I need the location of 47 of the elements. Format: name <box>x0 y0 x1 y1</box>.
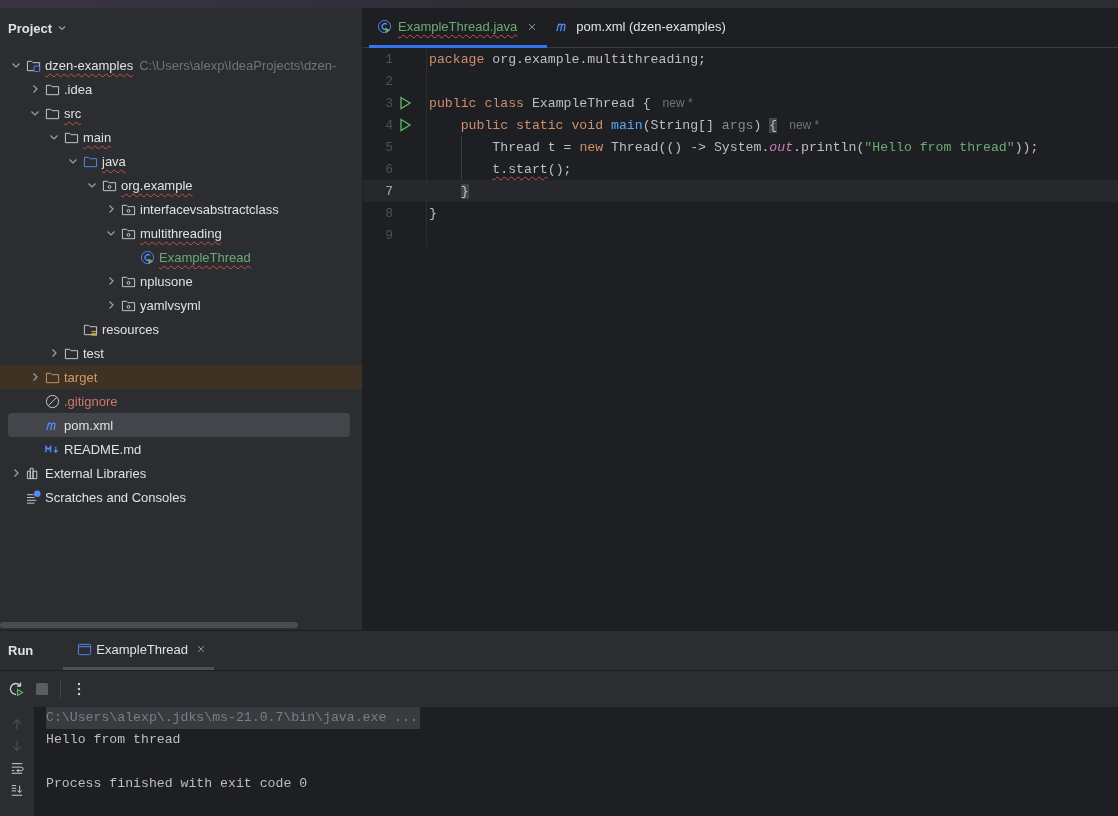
tree-item[interactable]: org.example <box>8 173 350 197</box>
tree-item[interactable]: interfacevsabstractclass <box>8 197 350 221</box>
run-icon[interactable] <box>398 96 412 110</box>
tree-item[interactable]: resources <box>8 317 350 341</box>
run-icon[interactable] <box>398 118 412 132</box>
tree-item[interactable]: .idea <box>8 77 350 101</box>
code-line: public static void main(String[] args) { <box>459 117 778 133</box>
tree-item[interactable]: dzen-examples C:\Users\alexp\IdeaProjects\dzen- <box>8 53 350 77</box>
code-line: } <box>429 205 437 221</box>
rerun-icon[interactable] <box>8 681 24 697</box>
ignored-icon <box>45 393 60 409</box>
tree-item[interactable]: test <box>8 341 350 365</box>
tree-item[interactable]: README.md <box>8 437 350 461</box>
scroll-to-end-icon[interactable] <box>10 783 24 797</box>
tree-item[interactable]: .gitignore <box>8 389 350 413</box>
tree-item[interactable]: ExampleThread <box>8 245 350 269</box>
editor-tab[interactable]: ExampleThread.java <box>369 8 548 48</box>
editor-tab[interactable]: pom.xml (dzen-examples) <box>547 8 736 48</box>
code-line: public class ExampleThread { <box>429 95 651 111</box>
close-icon[interactable] <box>196 644 207 654</box>
tree-item[interactable]: yamlvsyml <box>8 293 350 317</box>
class-icon <box>140 249 155 265</box>
panel-title: Run <box>8 643 34 658</box>
tree-item[interactable]: Scratches and Consoles <box>8 485 350 509</box>
console-line: Hello from thread <box>46 731 182 749</box>
scratches-icon <box>26 489 41 505</box>
scrollbar[interactable] <box>0 622 298 628</box>
tree-item[interactable]: pom.xml <box>8 413 350 437</box>
code-line: Thread t = new Thread(() -> System.out.println("Hello from thread")); <box>491 139 1039 155</box>
code-line: t.start(); <box>491 161 572 177</box>
tree-item[interactable]: External Libraries <box>8 461 350 485</box>
tree-item[interactable]: multithreading <box>8 221 350 245</box>
line-number: 7 <box>384 183 393 199</box>
tree-item[interactable]: nplusone <box>8 269 350 293</box>
console-icon <box>77 641 93 657</box>
tree-item[interactable]: java <box>8 149 350 173</box>
close-icon[interactable] <box>527 21 538 32</box>
class-icon <box>377 19 392 34</box>
console-line: Process finished with exit code 0 <box>46 775 309 793</box>
project-view-dropdown[interactable]: Project <box>8 20 69 36</box>
code-line: package org.example.multithreading; <box>429 51 706 67</box>
inlay-hint[interactable]: new * <box>662 96 693 110</box>
run-tab[interactable]: ExampleThread <box>63 631 215 670</box>
soft-wrap-icon[interactable] <box>10 761 24 775</box>
tree-item[interactable]: src <box>8 101 350 125</box>
tree-item[interactable]: main <box>8 125 350 149</box>
inlay-hint[interactable]: new * <box>789 118 820 132</box>
